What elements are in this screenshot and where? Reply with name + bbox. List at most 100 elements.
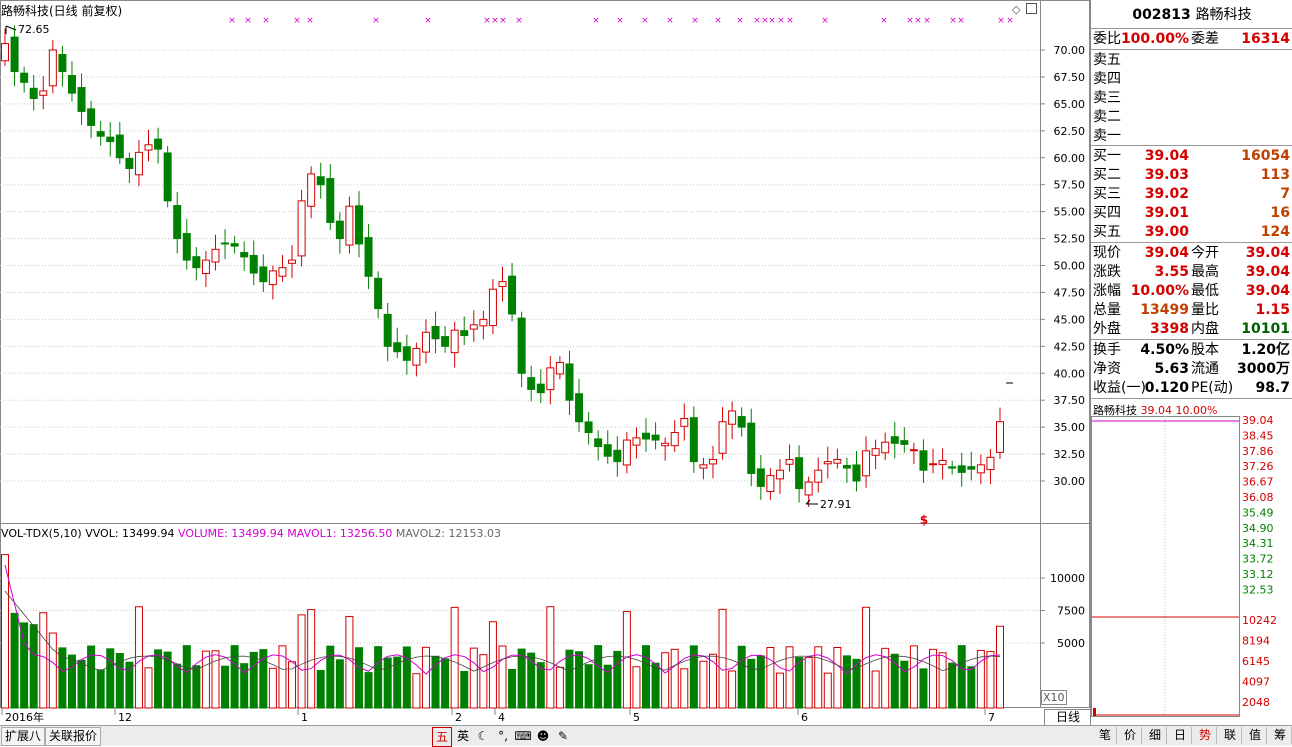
volume-bar [431,655,440,709]
volume-bar [67,654,76,709]
wrench-icon[interactable]: ✎ [554,727,572,745]
right-tab-0[interactable]: 笔 [1094,727,1117,744]
volume-bar [20,622,29,709]
candle-body [201,259,210,275]
volume-bar [622,610,631,709]
buy-price: 39.04 [1144,148,1189,164]
mini-price-tick: 39.04 [1242,416,1274,427]
diamond-icon[interactable]: ◇ [1012,3,1020,16]
candle-body [307,173,316,207]
date-label: 4 [498,711,505,724]
candle-body [718,421,727,454]
volume-bar [948,662,957,709]
candle-body [613,449,622,463]
quote-value: 39.04 [1144,245,1189,261]
user-icon[interactable]: ☻ [534,727,552,745]
buy-label: 买二 [1093,167,1121,183]
candle-body [536,383,545,394]
input-method-icon[interactable]: 五 [432,727,452,747]
tab-extension-8[interactable]: 扩展八 [1,727,46,746]
chart-frame [0,0,1090,708]
vol-mavol1: MAVOL1: 13256.50 [287,527,393,540]
volume-bar [450,606,459,709]
price-tick-label: 50.00 [1054,260,1086,273]
tab-related-quotes[interactable]: 关联报价 [45,727,102,746]
candle-body [39,90,48,96]
candle-body [594,438,603,448]
volume-bar [909,645,918,709]
volume-bar [39,612,48,709]
stock-header: 002813 路畅科技 [1091,4,1292,24]
quote-label: 外盘 [1093,321,1121,337]
right-tab-6[interactable]: 值 [1244,727,1267,744]
buy-row: 买一 39.04 16054 [1091,147,1292,166]
candle-body [1,43,9,62]
mini-price-tick: 36.67 [1242,476,1274,489]
quote-label: 涨跌 [1093,264,1121,280]
candle-body [259,266,268,283]
volume-bar [900,660,909,709]
volume-bar [938,652,947,709]
volume-bar [498,645,507,709]
volume-bar [613,650,622,709]
right-tab-4[interactable]: 势 [1194,727,1217,744]
volume-bar [517,648,526,709]
signal-marker: × [424,16,432,26]
right-tab-5[interactable]: 联 [1219,727,1242,744]
sell-label: 卖三 [1093,90,1121,106]
candle-body [996,421,1004,453]
candle-body [775,469,784,480]
right-tab-7[interactable]: 筹 [1269,727,1292,744]
info-value: 5.63 [1154,361,1189,377]
candle-body [756,468,765,487]
quote-value: 10.00% [1130,283,1189,299]
quote-value: 3398 [1150,321,1189,337]
candle-body [297,200,306,257]
volume-bar [728,670,737,709]
keyboard-icon[interactable]: ⌨ [514,727,532,745]
candle-body [192,256,201,269]
mini-price-tick: 37.86 [1242,445,1274,458]
quote-value-2: 39.04 [1245,283,1290,299]
volume-bar [402,646,411,709]
candle-body [546,367,555,391]
stock-name: 路畅科技 [1195,7,1252,23]
volume-bar [699,660,708,709]
right-tab-1[interactable]: 价 [1119,727,1142,744]
vol-title: VOL-TDX(5,10) [1,527,82,540]
volume-bar [29,624,38,709]
maximize-icon[interactable] [1026,3,1037,14]
volume-bar [584,664,593,709]
moon-icon[interactable]: ☾ [474,727,492,745]
right-tab-3[interactable]: 日 [1169,727,1192,744]
volume-bar [661,652,670,709]
date-label: 1 [301,711,308,724]
mini-volume-tick: 8194 [1242,635,1270,648]
price-tick-label: 42.50 [1054,340,1086,353]
buy-price: 39.01 [1144,205,1189,221]
volume-bar [192,665,201,709]
volume-bar [508,668,517,709]
kline-chart[interactable]: 70.00 67.50 65.00 62.50 60.00 57.50 55.00 52.50… [0,0,1090,728]
stock-code: 002813 [1132,7,1191,23]
period-label[interactable]: 日线 [1044,709,1092,726]
candle-body [804,481,813,496]
price-tick-label: 32.50 [1054,448,1086,461]
signal-marker: × [949,16,957,26]
intraday-mini-chart[interactable]: 39.04 38.45 37.86 37.26 36.67 36.08 35.49 34.90… [1091,416,1292,726]
volume-bar [374,646,383,709]
volume-bar [383,657,392,709]
candle-body [154,138,163,150]
volume-bar [134,606,143,709]
candle-body [268,270,277,286]
right-tab-2[interactable]: 细 [1144,727,1167,744]
volume-bar [106,648,115,709]
volume-bar [335,659,344,709]
signal-marker: × [880,16,888,26]
info-label-2: 流通 [1191,361,1219,377]
candle-body [575,393,584,423]
dot-icon[interactable]: °, [494,727,512,745]
info-row: 收益(一) 0.120 PE(动) 98.7 [1091,379,1292,398]
english-mode-icon[interactable]: 英 [454,727,472,745]
sell-row: 卖三 [1091,89,1292,108]
